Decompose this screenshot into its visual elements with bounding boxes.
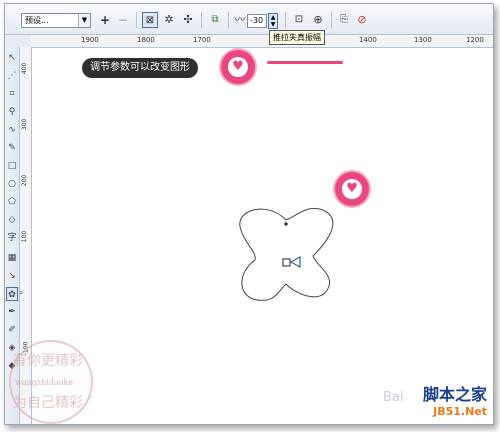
heart-badge-1: ♥ [221, 50, 255, 84]
brand-url: JB51.Net [433, 405, 487, 418]
brand-name: 脚本之家 [422, 385, 487, 404]
distortion-direction-arrow[interactable] [289, 256, 301, 268]
app-window: 预设... ▼ + − ⊠ ✲ ✣ ⧉ 〰 -30 ▲ ▼ ⊡ ⊕ ⎘ ⊘ 推拉失… [4, 3, 494, 425]
instruction-callout: 调节参数可以改变图形 [82, 58, 198, 78]
heart-icon: ♥ [342, 179, 362, 199]
heart-badge-2: ♥ [335, 172, 369, 206]
watermark-line: wangzhidaoke [15, 378, 74, 387]
heart-icon: ♥ [228, 57, 248, 77]
center-node[interactable] [284, 222, 288, 226]
baidu-watermark: Bai [383, 390, 404, 405]
tooltip: 推拉失真振幅 [269, 30, 325, 45]
distorted-shape[interactable] [239, 207, 334, 301]
watermark-stamp: 有你更精彩 wangzhidaoke 为自己精彩 [5, 336, 97, 424]
site-brand: 脚本之家 JB51.Net [423, 381, 487, 418]
highlight-underline [267, 61, 343, 64]
distortion-start-handle[interactable] [282, 258, 291, 267]
watermark-line: 为自己精彩 [13, 395, 83, 411]
watermark-line: 有你更精彩 [13, 353, 83, 369]
